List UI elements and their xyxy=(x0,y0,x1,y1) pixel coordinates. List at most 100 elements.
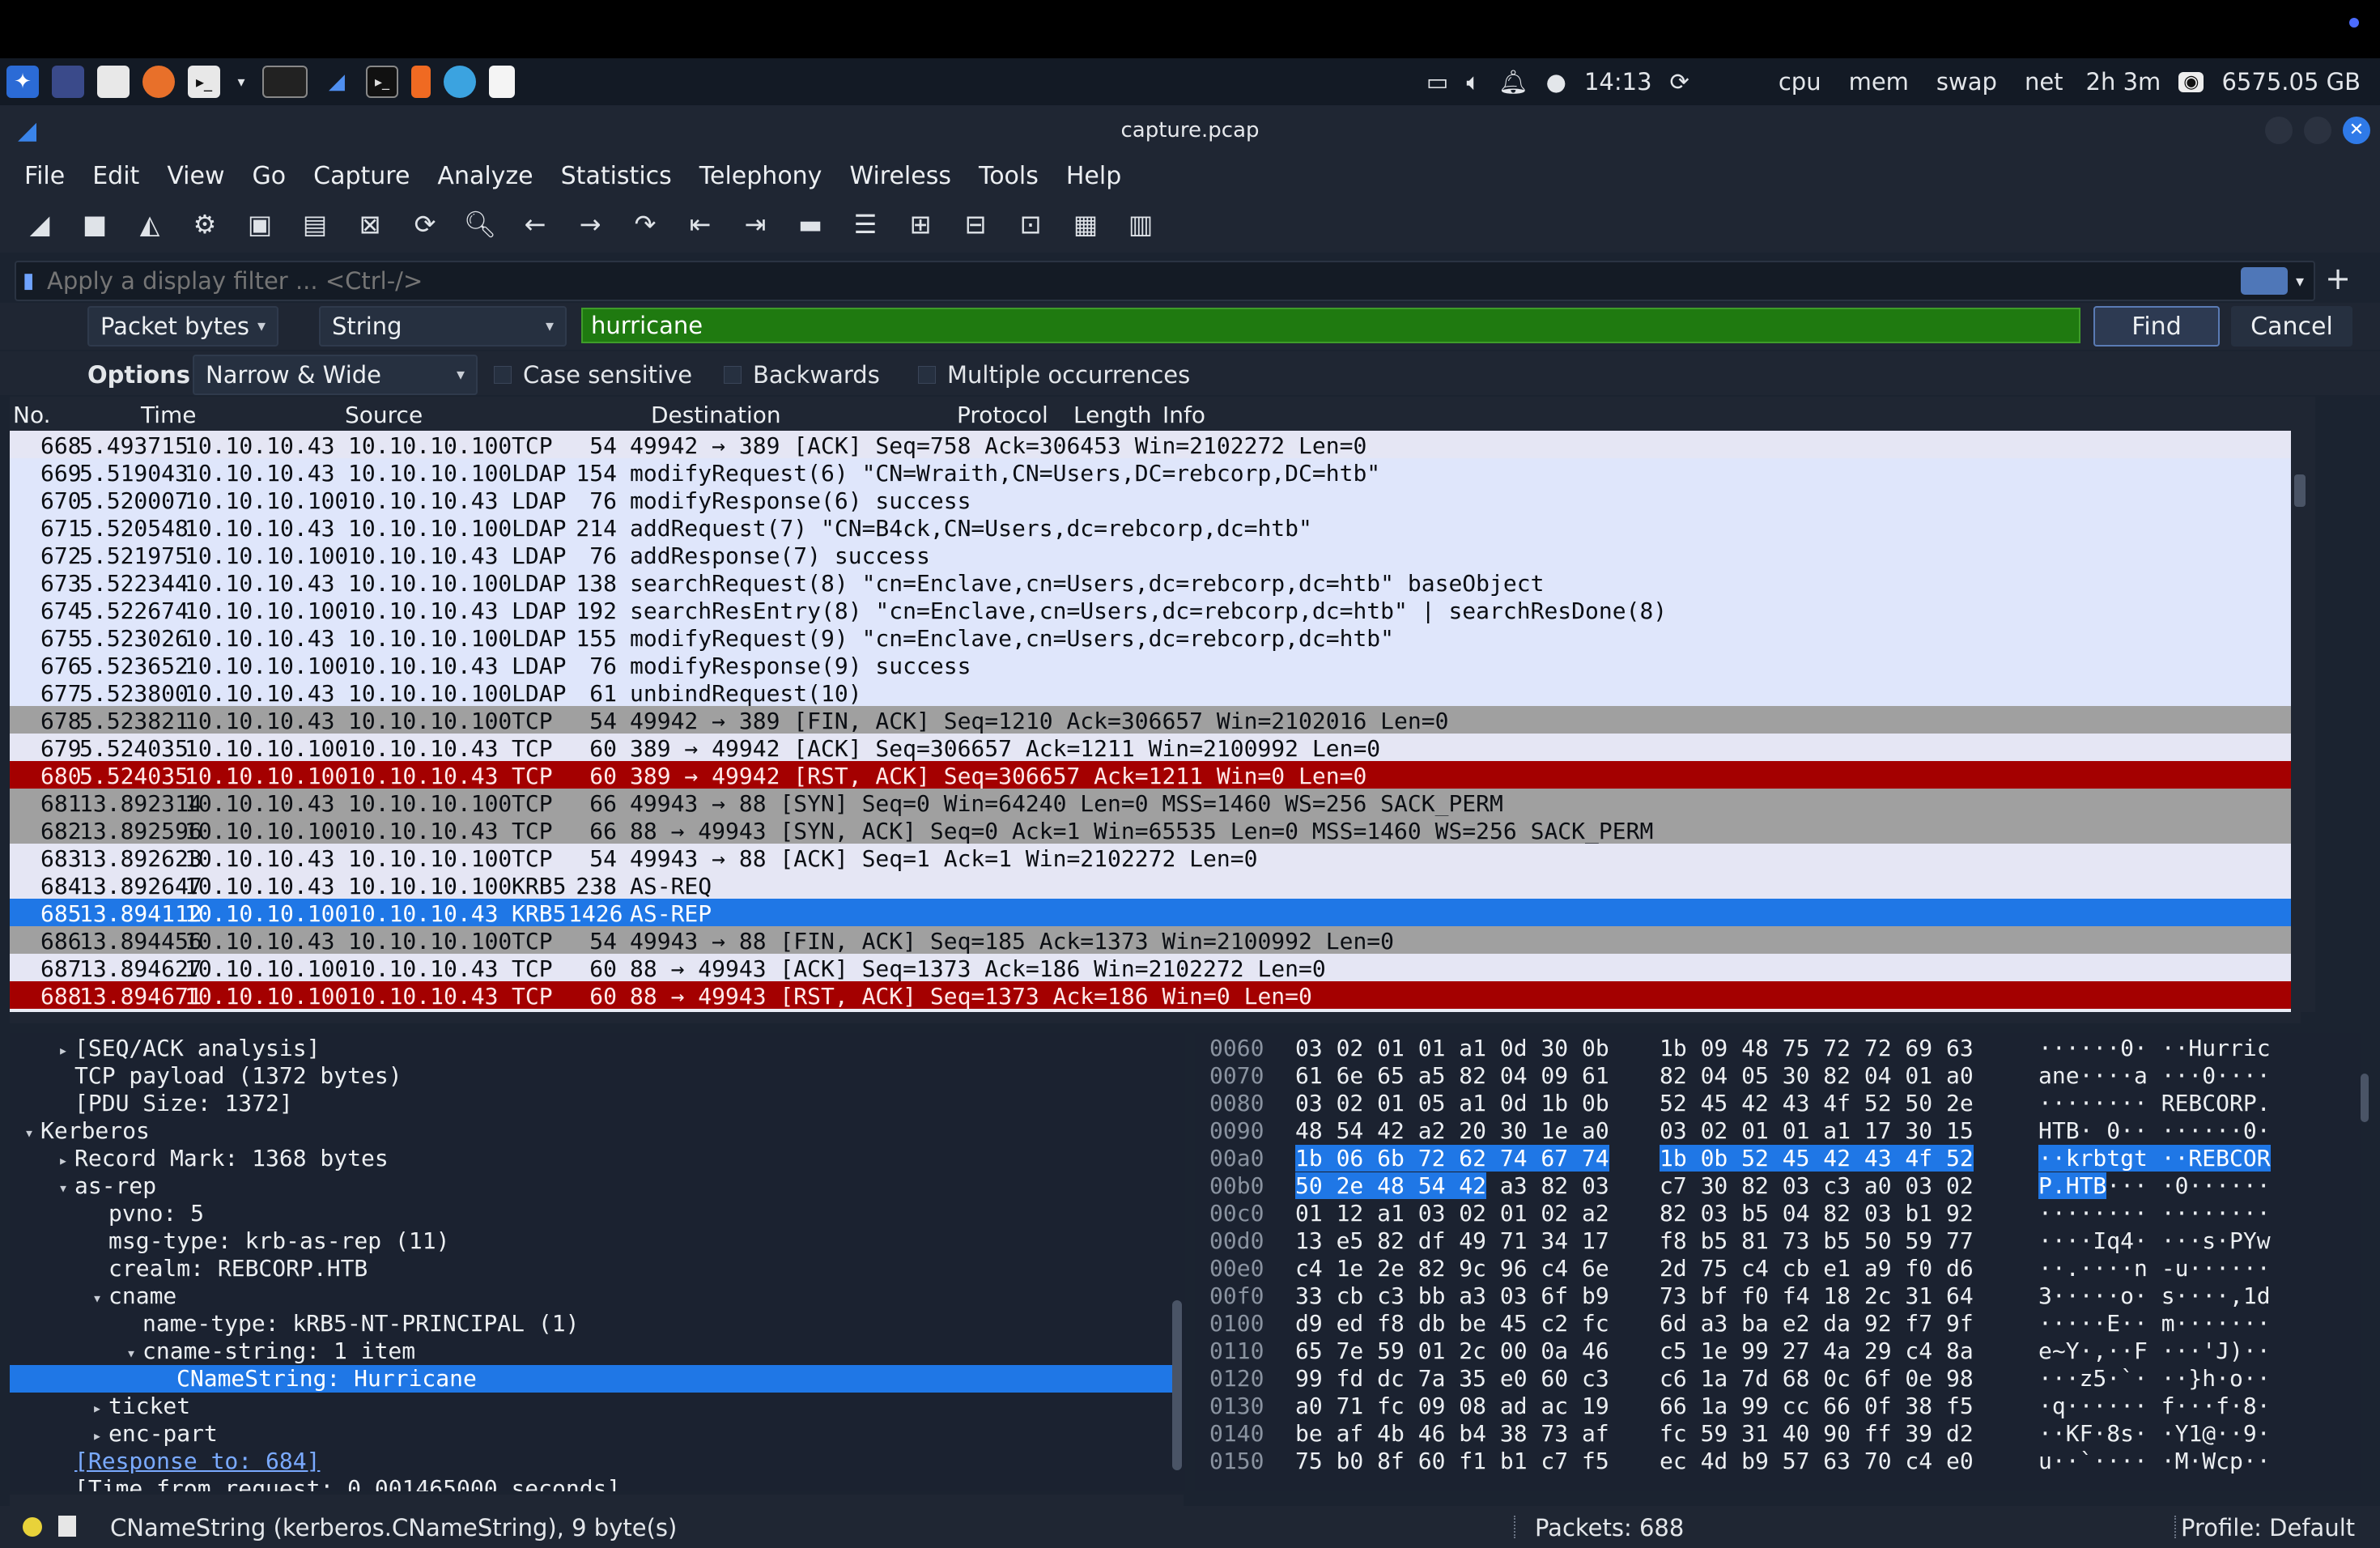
hex-bytes-right[interactable]: 82 04 05 30 82 04 01 a0 xyxy=(1660,1062,1974,1089)
hex-ascii[interactable]: 3·····o· s····,1d xyxy=(2038,1282,2271,1309)
hex-bytes-left[interactable]: 03 02 01 05 a1 0d 1b 0b xyxy=(1295,1090,1609,1116)
multiple-occurrences-checkbox[interactable]: Multiple occurrences xyxy=(918,361,1190,389)
hex-bytes-right[interactable]: 1b 0b 52 45 42 43 4f 52 xyxy=(1660,1145,1974,1172)
hex-row[interactable]: 00d0 13 e5 82 df 49 71 34 17 f8 b5 81 73 b… xyxy=(1195,1227,2361,1255)
open-file-icon[interactable]: ▣ xyxy=(241,206,278,243)
screen-icon[interactable]: ▭ xyxy=(1426,68,1448,96)
menu-statistics[interactable]: Statistics xyxy=(561,162,672,190)
packet-row[interactable]: 680 5.524035 10.10.10.100 10.10.10.43 TCP 60 3… xyxy=(10,761,2297,789)
resize-columns-icon[interactable]: ▦ xyxy=(1067,206,1104,243)
packet-list-hscrollbar[interactable] xyxy=(10,1012,2301,1023)
char-width-select[interactable]: Narrow & Wide ▾ xyxy=(193,355,478,395)
hex-bytes-right[interactable]: 6d a3 ba e2 da 92 f7 9f xyxy=(1660,1310,1974,1337)
hex-row[interactable]: 00e0 c4 1e 2e 82 9c 96 c4 6e 2d 75 c4 cb e… xyxy=(1195,1255,2361,1282)
hex-bytes-right[interactable]: 2d 75 c4 cb e1 a9 f0 d6 xyxy=(1660,1255,1974,1282)
search-icon[interactable]: 🔍︎ xyxy=(461,206,499,243)
hex-bytes-left[interactable]: 50 2e 48 54 42 a3 82 03 xyxy=(1295,1172,1609,1199)
chevron-down-icon[interactable]: ▾ xyxy=(233,66,249,98)
hex-bytes-left[interactable]: 65 7e 59 01 2c 00 0a 46 xyxy=(1295,1337,1609,1364)
hex-bytes-left[interactable]: 1b 06 6b 72 62 74 67 74 xyxy=(1295,1145,1609,1172)
hex-bytes-left[interactable]: 01 12 a1 03 02 01 02 a2 xyxy=(1295,1200,1609,1227)
hex-ascii[interactable]: ·q······ f···f·8· xyxy=(2038,1393,2271,1419)
hex-row[interactable]: 0130 a0 71 fc 09 08 ad ac 19 66 1a 99 cc 6… xyxy=(1195,1393,2361,1420)
menu-view[interactable]: View xyxy=(167,162,224,190)
backwards-checkbox[interactable]: Backwards xyxy=(724,361,880,389)
packet-row[interactable]: 685 13.894112 10.10.10.100 10.10.10.43 KRB5 1… xyxy=(10,899,2297,927)
hex-bytes-left[interactable]: be af 4b 46 b4 38 73 af xyxy=(1295,1420,1609,1447)
packet-row[interactable]: 677 5.523800 10.10.10.43 10.10.10.100 LDAP 61… xyxy=(10,678,2297,707)
packet-list[interactable]: No. Time Source Destination Protocol Len… xyxy=(10,397,2301,1012)
hex-ascii[interactable]: ····Iq4· ···s·PYw xyxy=(2038,1227,2271,1254)
menu-wireless[interactable]: Wireless xyxy=(849,162,951,190)
packet-row[interactable]: 672 5.521975 10.10.10.100 10.10.10.43 LDAP 76… xyxy=(10,541,2297,569)
terminal-task-icon[interactable]: ▸_ xyxy=(366,66,398,98)
hex-ascii[interactable]: ······0· ··Hurric xyxy=(2038,1035,2271,1061)
filter-dropdown-icon[interactable]: ▾ xyxy=(2296,271,2304,291)
collapsed-arrow-icon[interactable]: ▸ xyxy=(92,1398,108,1418)
hex-row[interactable]: 00b0 50 2e 48 54 42 a3 82 03 c7 30 82 03 c… xyxy=(1195,1172,2361,1200)
collapsed-arrow-icon[interactable]: ▸ xyxy=(58,1040,74,1060)
column-header-length[interactable]: Length xyxy=(1073,402,1152,428)
menu-file[interactable]: File xyxy=(24,162,65,190)
packet-row[interactable]: 681 13.892314 10.10.10.43 10.10.10.100 TCP 66… xyxy=(10,789,2297,817)
packet-row[interactable]: 682 13.892596 10.10.10.100 10.10.10.43 TCP 66… xyxy=(10,816,2297,844)
packet-row[interactable]: 671 5.520548 10.10.10.43 10.10.10.100 LDAP 21… xyxy=(10,513,2297,542)
search-in-select[interactable]: Packet bytes ▾ xyxy=(87,306,278,347)
menu-analyze[interactable]: Analyze xyxy=(437,162,533,190)
hex-row[interactable]: 0110 65 7e 59 01 2c 00 0a 46 c5 1e 99 27 4… xyxy=(1195,1337,2361,1365)
collapsed-arrow-icon[interactable]: ▸ xyxy=(92,1426,108,1445)
volume-icon[interactable]: 🔈︎ xyxy=(1466,68,1480,96)
hex-ascii[interactable]: ·····E·· m······· xyxy=(2038,1310,2271,1337)
packet-details-pane[interactable]: ▸ [SEQ/ACK analysis] TCP payload (1372 byt… xyxy=(10,1033,1172,1491)
scrollbar-thumb[interactable] xyxy=(1172,1300,1182,1470)
file-manager-icon[interactable] xyxy=(97,66,130,98)
cpu-indicator[interactable]: cpu xyxy=(1774,68,1826,96)
packet-row[interactable]: 676 5.523652 10.10.10.100 10.10.10.43 LDAP 76… xyxy=(10,651,2297,679)
go-back-icon[interactable]: ← xyxy=(516,206,554,243)
columns-icon[interactable]: ▥ xyxy=(1122,206,1159,243)
zoom-in-icon[interactable]: ⊞ xyxy=(902,206,939,243)
refresh-icon[interactable]: ⟳ xyxy=(1670,68,1689,96)
hex-row[interactable]: 0150 75 b0 8f 60 f1 b1 c7 f5 ec 4d b9 57 6… xyxy=(1195,1448,2361,1475)
hex-bytes-right[interactable]: 03 02 01 01 a1 17 30 15 xyxy=(1660,1117,1974,1144)
column-header-time[interactable]: Time xyxy=(141,402,197,428)
close-file-icon[interactable]: ⊠ xyxy=(351,206,389,243)
start-capture-icon[interactable]: ◢ xyxy=(21,206,58,243)
capture-comment-icon[interactable] xyxy=(58,1516,76,1537)
stop-capture-icon[interactable]: ■ xyxy=(76,206,113,243)
first-packet-icon[interactable]: ⇤ xyxy=(682,206,719,243)
hex-bytes-left[interactable]: 61 6e 65 a5 82 04 09 61 xyxy=(1295,1062,1609,1089)
column-header-source[interactable]: Source xyxy=(345,402,423,428)
case-sensitive-checkbox[interactable]: Case sensitive xyxy=(494,361,692,389)
hex-ascii[interactable]: P.HTB··· ·0······ xyxy=(2038,1172,2271,1199)
autoscroll-icon[interactable]: ▬ xyxy=(792,206,829,243)
restart-capture-icon[interactable]: ◭ xyxy=(131,206,168,243)
packet-row[interactable]: 686 13.894456 10.10.10.43 10.10.10.100 TCP 54… xyxy=(10,926,2297,955)
mem-indicator[interactable]: mem xyxy=(1844,68,1914,96)
hex-bytes-left[interactable]: 99 fd dc 7a 35 e0 60 c3 xyxy=(1295,1365,1609,1392)
packet-list-scrollbar[interactable] xyxy=(2291,397,2315,1012)
menu-edit[interactable]: Edit xyxy=(92,162,139,190)
save-file-icon[interactable]: ▤ xyxy=(296,206,334,243)
hex-row[interactable]: 0100 d9 ed f8 db be 45 c2 fc 6d a3 ba e2 d… xyxy=(1195,1310,2361,1337)
hex-row[interactable]: 00a0 1b 06 6b 72 62 74 67 74 1b 0b 52 45 4… xyxy=(1195,1145,2361,1172)
workspace-icon[interactable] xyxy=(52,66,84,98)
close-button[interactable]: ✕ xyxy=(2343,117,2370,144)
terminal-icon[interactable]: ▸_ xyxy=(188,66,220,98)
packet-row[interactable]: 679 5.524035 10.10.10.100 10.10.10.43 TCP 60 3… xyxy=(10,734,2297,762)
packet-row[interactable]: 678 5.523821 10.10.10.43 10.10.10.100 TCP 54 4… xyxy=(10,706,2297,734)
window-titlebar[interactable]: ◢ capture.pcap ✕ xyxy=(0,105,2380,155)
hex-ascii[interactable]: ··.····n -u······ xyxy=(2038,1255,2271,1282)
bytes-scrollbar-thumb[interactable] xyxy=(2361,1074,2369,1122)
packet-row[interactable]: 688 13.894671 10.10.10.100 10.10.10.43 TCP 60… xyxy=(10,981,2297,1010)
menu-capture[interactable]: Capture xyxy=(313,162,410,190)
profile-selector[interactable]: Profile: Default xyxy=(2181,1514,2355,1542)
document-icon[interactable] xyxy=(489,66,515,98)
hex-ascii[interactable]: e~Y·,··F ···'J)·· xyxy=(2038,1337,2271,1364)
hex-row[interactable]: 00c0 01 12 a1 03 02 01 02 a2 82 03 b5 04 8… xyxy=(1195,1200,2361,1227)
network-tool-icon[interactable] xyxy=(444,66,476,98)
expanded-arrow-icon[interactable]: ▾ xyxy=(92,1288,108,1308)
zoom-out-icon[interactable]: ⊟ xyxy=(957,206,994,243)
apply-filter-button[interactable] xyxy=(2240,267,2288,295)
column-header-destination[interactable]: Destination xyxy=(651,402,781,428)
